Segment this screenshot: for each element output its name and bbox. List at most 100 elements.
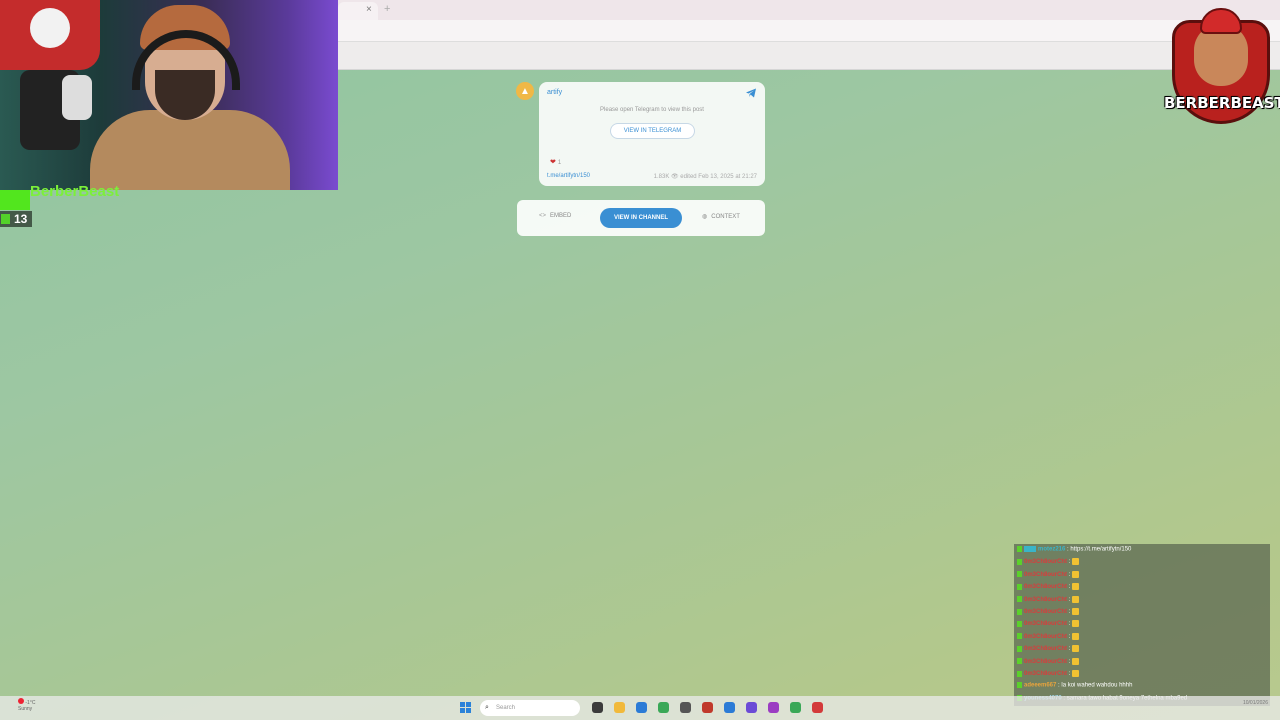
chat-message: 0m3Ch8ourCht : bbox=[1017, 620, 1080, 632]
reaction-count: 1 bbox=[557, 160, 562, 166]
chat-badge-icon bbox=[1017, 546, 1022, 552]
system-tray[interactable]: 10/01/2026 bbox=[1243, 700, 1268, 706]
emote-icon bbox=[1072, 670, 1080, 677]
emote-icon bbox=[1072, 558, 1080, 566]
chat-text: : https://t.me/artifytn/150 bbox=[1065, 546, 1132, 553]
view-in-channel-button[interactable]: VIEW IN CHANNEL bbox=[600, 208, 682, 228]
chat-username[interactable]: 0m3Ch8ourCht bbox=[1024, 659, 1067, 665]
taskbar-app-icon[interactable] bbox=[592, 702, 603, 713]
taskbar-app-icon[interactable] bbox=[768, 702, 779, 713]
chat-badge-icon bbox=[1017, 571, 1022, 578]
reaction-heart[interactable]: ❤ 1 bbox=[550, 158, 561, 166]
emote-icon bbox=[1072, 570, 1080, 578]
chat-message: 0m3Ch8ourCht : bbox=[1017, 608, 1080, 620]
overlay-accent bbox=[0, 190, 30, 210]
logo-text: BERBERBEAST bbox=[1164, 94, 1280, 112]
chat-badge-icon bbox=[1017, 633, 1022, 640]
post-meta: 1.83K 👁 edited Feb 13, 2025 at 21:27 bbox=[653, 174, 757, 180]
taskbar-app-icon[interactable] bbox=[790, 702, 801, 713]
chat-username[interactable]: adeeem667 bbox=[1024, 683, 1056, 689]
chat-message: 0m3Ch8ourCht : bbox=[1017, 583, 1080, 595]
weather-icon bbox=[18, 698, 24, 704]
taskbar-app-icon[interactable] bbox=[658, 702, 669, 713]
taskbar-app-icon[interactable] bbox=[636, 702, 647, 713]
chat-badge-icon bbox=[1017, 596, 1022, 603]
chat-username[interactable]: 0m3Ch8ourCht bbox=[1024, 646, 1067, 652]
taskbar-app-icon[interactable] bbox=[680, 702, 691, 713]
chat-badge-icon bbox=[1017, 558, 1022, 565]
chat-username[interactable]: 0m3Ch8ourCht bbox=[1024, 634, 1067, 640]
chat-username[interactable]: 0m3Ch8ourCht bbox=[1024, 572, 1067, 578]
taskbar-app-icon[interactable] bbox=[614, 702, 625, 713]
artify-logo-icon: ▲ bbox=[520, 85, 530, 97]
taskbar-app-icon[interactable] bbox=[724, 702, 735, 713]
viewer-count: 13 bbox=[14, 212, 28, 226]
taskbar-app-icon[interactable] bbox=[812, 702, 823, 713]
chat-text: : bbox=[1067, 571, 1071, 578]
chat-badge-icon bbox=[1017, 583, 1022, 590]
webcam-overlay bbox=[0, 0, 338, 190]
windows-start-icon[interactable] bbox=[460, 702, 471, 713]
chat-message: 0m3Ch8ourCht : bbox=[1017, 657, 1080, 670]
tab-close-icon[interactable]: × bbox=[366, 4, 372, 15]
chat-text: : bbox=[1067, 621, 1071, 628]
chat-badge-icon bbox=[1017, 658, 1022, 665]
chat-badge-icon bbox=[1017, 608, 1022, 615]
chat-username[interactable]: 0m3Ch8ourCht bbox=[1024, 621, 1067, 627]
post-action-bar: <> EMBED VIEW IN CHANNEL ◍ CONTEXT bbox=[517, 200, 765, 236]
chat-badge-icon bbox=[1017, 645, 1022, 652]
chat-message: 0m3Ch8ourCht : bbox=[1017, 558, 1080, 570]
taskbar: -1°C Sunny ⌕ Search 10/01/2026 bbox=[0, 696, 1280, 720]
chat-username[interactable]: motez216 bbox=[1038, 547, 1065, 553]
stream-chat: motez216 : https://t.me/artifytn/150 0m3C… bbox=[1014, 544, 1270, 706]
search-placeholder: Search bbox=[496, 705, 516, 711]
chat-message: 0m3Ch8ourCht : bbox=[1017, 570, 1080, 583]
emote-icon bbox=[1072, 595, 1080, 603]
streamer-body bbox=[90, 110, 290, 190]
taskbar-search[interactable]: ⌕ Search bbox=[480, 700, 580, 716]
logo-cap bbox=[1200, 8, 1242, 34]
chat-badge-icon bbox=[1017, 620, 1022, 627]
emote-icon bbox=[1072, 583, 1080, 591]
post-notice: Please open Telegram to view this post bbox=[600, 107, 704, 113]
emote-icon bbox=[1072, 657, 1080, 665]
emote-icon bbox=[1072, 632, 1080, 640]
chat-text: : bbox=[1067, 596, 1071, 603]
chat-message: 0m3Ch8ourCht : bbox=[1017, 670, 1080, 682]
new-tab-icon[interactable]: + bbox=[384, 3, 390, 15]
chat-text: : la koi wahed wahdou hhhh bbox=[1056, 682, 1133, 689]
taskbar-app-icon[interactable] bbox=[746, 702, 757, 713]
post-link[interactable]: t.me/artifytn/150 bbox=[547, 173, 590, 179]
viewer-count-badge: 13 bbox=[0, 211, 32, 227]
chat-username[interactable]: 0m3Ch8ourCht bbox=[1024, 559, 1067, 565]
view-in-telegram-button[interactable]: VIEW IN TELEGRAM bbox=[610, 123, 695, 139]
taskbar-app-icon[interactable] bbox=[702, 702, 713, 713]
chat-text: : bbox=[1067, 658, 1071, 665]
chat-message: 0m3Ch8ourCht : bbox=[1017, 645, 1080, 657]
chat-badge-icon bbox=[1017, 670, 1022, 677]
channel-avatar[interactable]: ▲ bbox=[516, 82, 534, 100]
chat-username[interactable]: 0m3Ch8ourCht bbox=[1024, 584, 1067, 590]
emote-icon bbox=[1072, 620, 1080, 628]
chat-username[interactable]: 0m3Ch8ourCht bbox=[1024, 609, 1067, 615]
embed-button[interactable]: <> EMBED bbox=[539, 213, 571, 219]
address-bar[interactable] bbox=[338, 20, 1280, 42]
heart-icon: ❤ bbox=[550, 159, 556, 166]
post-channel-name[interactable]: artify bbox=[547, 89, 562, 96]
browser-tab-bar: × + bbox=[338, 0, 1280, 20]
channel-logo: BERBERBEAST bbox=[1164, 4, 1280, 128]
weather-widget[interactable]: -1°C Sunny bbox=[18, 698, 35, 712]
chat-text: : bbox=[1067, 671, 1071, 678]
telegram-icon[interactable] bbox=[745, 87, 757, 99]
clock: 10/01/2026 bbox=[1242, 700, 1268, 706]
chat-message: adeeem667 : la koi wahed wahdou hhhh bbox=[1017, 682, 1132, 694]
chat-text: : bbox=[1067, 584, 1071, 591]
chat-text: : bbox=[1067, 559, 1071, 566]
search-icon: ⌕ bbox=[485, 704, 489, 711]
context-button[interactable]: ◍ CONTEXT bbox=[702, 213, 740, 220]
emote-icon bbox=[1072, 608, 1080, 615]
browser-tab[interactable] bbox=[338, 2, 378, 20]
chat-message: 0m3Ch8ourCht : bbox=[1017, 595, 1080, 608]
chat-username[interactable]: 0m3Ch8ourCht bbox=[1024, 671, 1067, 677]
chat-username[interactable]: 0m3Ch8ourCht bbox=[1024, 597, 1067, 603]
